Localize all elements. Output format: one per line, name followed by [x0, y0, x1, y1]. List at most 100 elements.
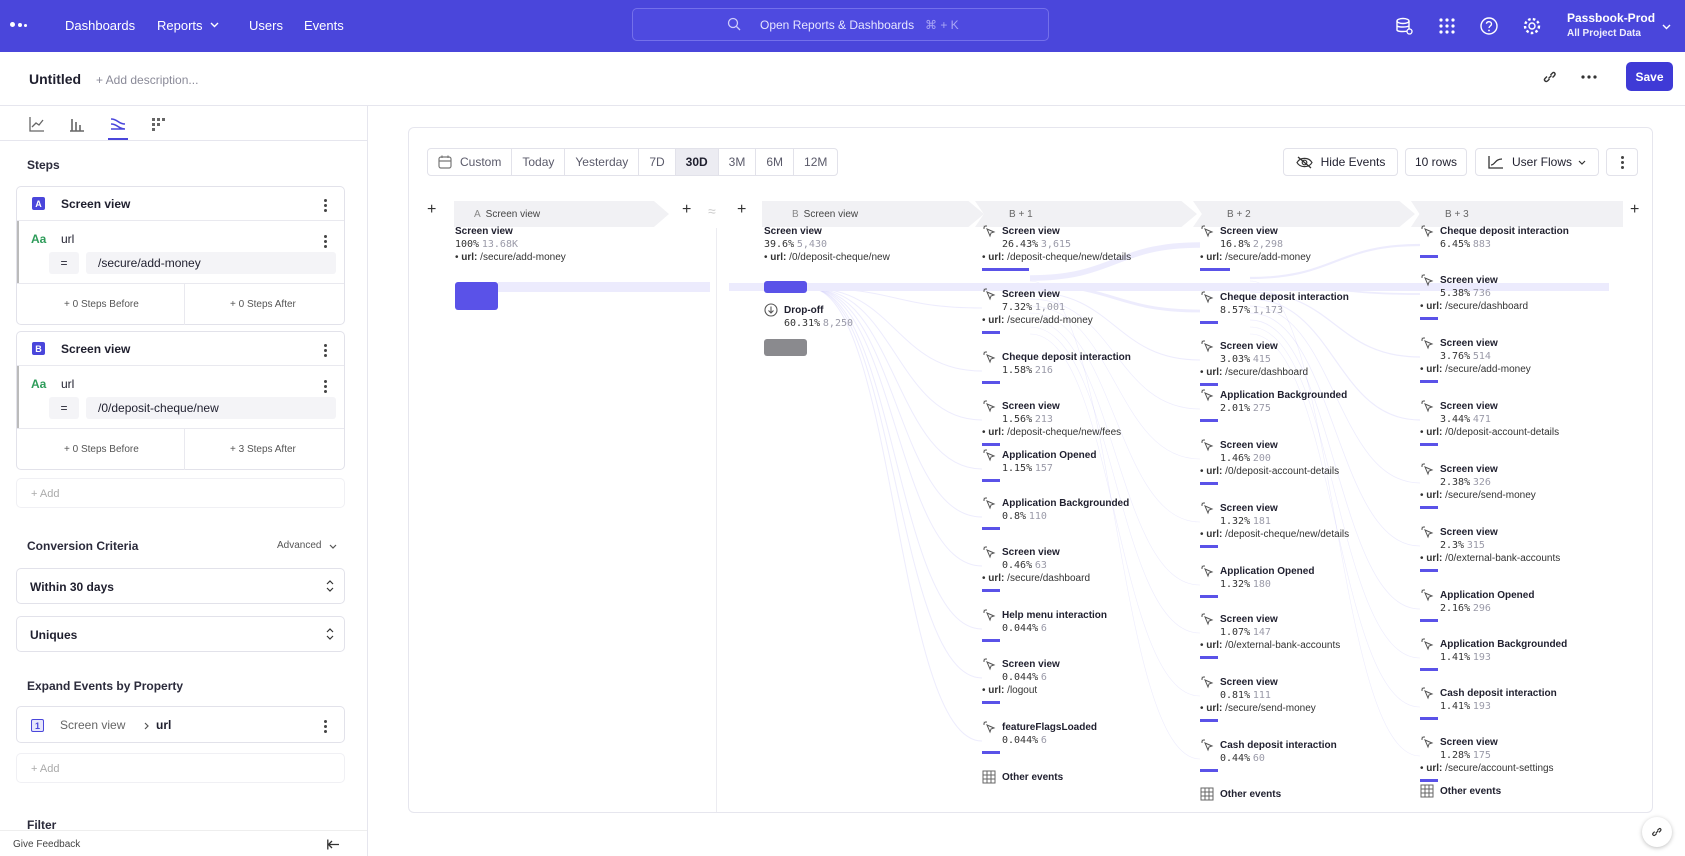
funnels-chart-icon[interactable] — [67, 114, 87, 134]
filter-menu-icon[interactable] — [320, 234, 330, 248]
conversion-window-select[interactable]: Within 30 days — [16, 568, 345, 604]
step-b-steps-after[interactable]: + 3 Steps After — [230, 444, 296, 455]
flow-node[interactable]: Screen view 7.32% 1,001 • url: /secure/add… — [982, 288, 1093, 327]
advanced-toggle[interactable]: Advanced — [277, 540, 321, 551]
report-title[interactable]: Untitled — [29, 71, 81, 87]
flow-node[interactable]: Screen view 100% 13.68K • url: /secure/add… — [455, 225, 566, 264]
other-events-icon — [982, 770, 996, 784]
event-icon — [983, 721, 996, 734]
flow-node[interactable]: Application Opened 1.32% 180 — [1200, 565, 1314, 591]
flow-node[interactable]: Cheque deposit interaction 8.57% 1,173 — [1200, 291, 1349, 317]
app-logo[interactable] — [10, 18, 34, 32]
add-step-button[interactable]: + Add — [16, 478, 345, 508]
step-b-steps-before[interactable]: + 0 Steps Before — [64, 444, 139, 455]
link-icon[interactable] — [1541, 68, 1559, 86]
flow-node[interactable]: Screen view 0.46% 63 • url: /secure/dashbo… — [982, 546, 1090, 585]
flows-chart-icon[interactable] — [108, 114, 128, 134]
node-b-block[interactable] — [764, 281, 807, 293]
flow-node[interactable]: Screen view 16.8% 2,298 • url: /secure/add… — [1200, 225, 1311, 264]
step-a-event[interactable]: Screen view — [61, 197, 130, 211]
project-switcher[interactable]: Passbook-Prod All Project Data — [1567, 10, 1655, 42]
flow-node[interactable]: Cheque deposit interaction 1.58% 216 — [982, 351, 1131, 377]
add-expand-button[interactable]: + Add — [16, 753, 345, 783]
flow-node[interactable]: Screen view 3.76% 514 • url: /secure/add-m… — [1420, 337, 1531, 376]
flow-node[interactable]: Screen view 0.81% 111 • url: /secure/send-… — [1200, 676, 1316, 715]
give-feedback-link[interactable]: Give Feedback — [13, 839, 80, 850]
node-url: /logout — [1007, 685, 1038, 696]
more-options-icon[interactable] — [1580, 74, 1598, 80]
node-bar — [1420, 717, 1438, 720]
filter-menu-icon[interactable] — [320, 379, 330, 393]
expand-menu-icon[interactable] — [320, 719, 330, 733]
filter-operator[interactable]: = — [49, 252, 79, 274]
filter-operator[interactable]: = — [49, 397, 79, 419]
help-icon[interactable] — [1479, 16, 1499, 36]
flow-node[interactable]: Screen view 1.32% 181 • url: /deposit-cheq… — [1200, 502, 1349, 541]
database-icon[interactable] — [1394, 16, 1414, 36]
flow-node[interactable]: Screen view 39.6% 5,430 • url: /0/deposit-… — [764, 225, 890, 264]
flow-node[interactable]: Screen view 1.28% 175 • url: /secure/accou… — [1420, 736, 1554, 775]
node-name: Screen view — [1220, 226, 1278, 237]
nav-events[interactable]: Events — [304, 18, 344, 33]
step-b-event[interactable]: Screen view — [61, 342, 130, 356]
url-label: url: — [1206, 466, 1223, 477]
event-icon — [1421, 736, 1434, 749]
nav-reports[interactable]: Reports — [157, 18, 203, 33]
add-description[interactable]: + Add description... — [96, 73, 198, 87]
flow-link[interactable] — [808, 287, 983, 742]
string-type-icon: Aa — [31, 232, 47, 246]
node-count: 3,615 — [1040, 239, 1072, 250]
flow-node[interactable]: Application Opened 2.16% 296 — [1420, 589, 1534, 615]
share-link-fab[interactable] — [1642, 817, 1672, 847]
step-b-filter-value[interactable]: /0/deposit-cheque/new — [86, 397, 336, 419]
step-a-filter-value[interactable]: /secure/add-money — [86, 252, 336, 274]
node-a-block[interactable] — [455, 282, 498, 310]
flow-node[interactable]: Help menu interaction 0.044% 6 — [982, 609, 1107, 635]
flow-node[interactable]: Screen view 2.3% 315 • url: /0/external-ba… — [1420, 526, 1560, 565]
flow-node[interactable]: Screen view 5.38% 736 • url: /secure/dashb… — [1420, 274, 1528, 313]
retention-chart-icon[interactable] — [149, 114, 169, 134]
flow-node[interactable]: Screen view 1.56% 213 • url: /deposit-cheq… — [982, 400, 1121, 439]
flow-link[interactable] — [808, 287, 983, 679]
collapse-panel-icon[interactable] — [327, 839, 340, 850]
apps-grid-icon[interactable] — [1437, 16, 1457, 36]
nav-dashboards[interactable]: Dashboards — [65, 18, 135, 33]
node-url: /secure/dashboard — [1445, 301, 1529, 312]
flow-node[interactable]: Application Backgrounded 2.01% 275 — [1200, 389, 1347, 415]
step-a-menu-icon[interactable] — [320, 198, 330, 212]
step-b-filter-property[interactable]: url — [61, 377, 74, 391]
event-icon — [983, 546, 996, 559]
step-a-steps-before[interactable]: + 0 Steps Before — [64, 299, 139, 310]
flow-node[interactable]: Application Opened 1.15% 157 — [982, 449, 1096, 475]
flow-node[interactable]: Screen view 2.38% 326 • url: /secure/send-… — [1420, 463, 1536, 502]
flow-node[interactable]: featureFlagsLoaded 0.044% 6 — [982, 721, 1097, 747]
event-icon — [1201, 502, 1214, 515]
save-button[interactable]: Save — [1626, 62, 1673, 91]
flow-node[interactable]: Screen view 26.43% 3,615 • url: /deposit-c… — [982, 225, 1131, 264]
step-b-menu-icon[interactable] — [320, 343, 330, 357]
flow-node[interactable]: Screen view 1.46% 200 • url: /0/deposit-ac… — [1200, 439, 1339, 478]
settings-gear-icon[interactable] — [1522, 16, 1542, 36]
event-icon — [1201, 439, 1214, 452]
node-count: 200 — [1252, 453, 1271, 464]
flow-node[interactable]: Cheque deposit interaction 6.45% 883 — [1420, 225, 1569, 251]
flow-node[interactable]: Cash deposit interaction 0.44% 60 — [1200, 739, 1337, 765]
step-a-filter-property[interactable]: url — [61, 232, 74, 246]
flow-link[interactable] — [808, 287, 983, 630]
insights-chart-icon[interactable] — [27, 114, 47, 134]
flow-node[interactable]: Screen view 3.44% 471 • url: /0/deposit-ac… — [1420, 400, 1559, 439]
step-a-steps-after[interactable]: + 0 Steps After — [230, 299, 296, 310]
node-url-property: • url: /0/deposit-account-details — [1200, 466, 1340, 477]
flow-node[interactable]: Screen view 1.07% 147 • url: /0/external-b… — [1200, 613, 1340, 652]
nav-users[interactable]: Users — [249, 18, 283, 33]
expand-property-card[interactable]: 1 Screen view url — [16, 706, 345, 743]
search-input[interactable]: Open Reports & Dashboards ⌘ + K — [632, 8, 1049, 41]
flow-node[interactable]: Cash deposit interaction 1.41% 193 — [1420, 687, 1557, 713]
conversion-window-value: Within 30 days — [30, 580, 114, 594]
flow-node[interactable]: Application Backgrounded 0.8% 110 — [982, 497, 1129, 523]
drop-off-block[interactable] — [764, 339, 807, 356]
flow-node[interactable]: Screen view 3.03% 415 • url: /secure/dashb… — [1200, 340, 1308, 379]
node-name: featureFlagsLoaded — [1002, 722, 1098, 733]
counting-method-select[interactable]: Uniques — [16, 616, 345, 652]
flow-node[interactable]: Application Backgrounded 1.41% 193 — [1420, 638, 1567, 664]
